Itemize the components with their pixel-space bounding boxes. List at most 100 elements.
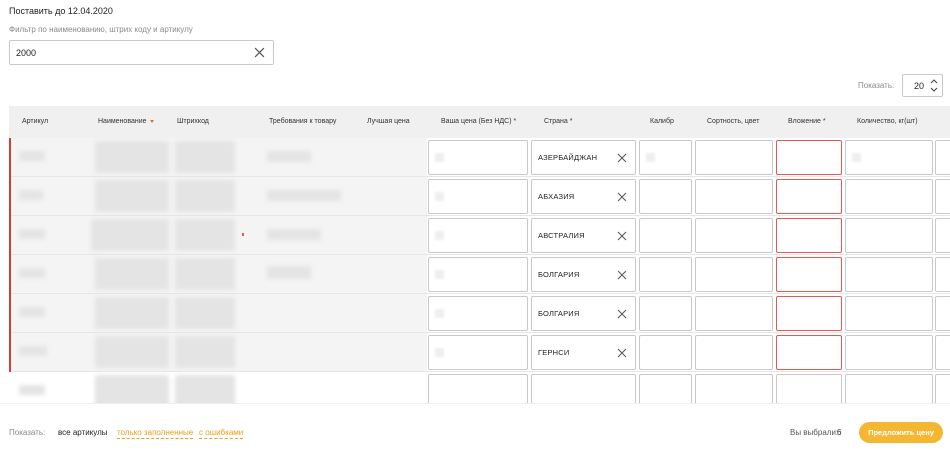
caliber-input[interactable] [639,140,692,175]
caliber-input[interactable] [639,179,692,214]
next-column-input[interactable] [935,218,950,253]
packing-input[interactable] [776,140,842,175]
column-header-quantity[interactable]: Количество, кг(шт) [857,118,918,125]
filter-label: Фильтр по наименованию, штрих коду и арт… [9,25,193,34]
table-row[interactable]: БОЛГАРИЯ [9,294,950,333]
your-price-input[interactable] [428,218,528,253]
table-row[interactable]: БОЛГАРИЯ [9,255,950,294]
quantity-input[interactable] [845,374,933,403]
next-column-input[interactable] [935,335,950,370]
close-icon[interactable] [617,231,627,241]
sort-desc-icon [149,119,154,123]
filter-with-errors[interactable]: с ошибками [199,428,244,439]
barcode-value [175,141,235,173]
caliber-input[interactable] [639,296,692,331]
country-value: БОЛГАРИЯ [538,270,580,279]
close-icon[interactable] [254,47,265,58]
table-row[interactable] [9,372,950,403]
quantity-input[interactable] [845,218,933,253]
column-header-barcode[interactable]: Штрихкод [177,118,209,125]
chevron-up-down-icon[interactable] [930,78,938,93]
table-row[interactable]: АВСТРАЛИЯ [9,216,950,255]
propose-price-button[interactable]: Предложить цену [859,422,943,443]
country-select[interactable]: АВСТРАЛИЯ [531,218,636,253]
close-icon[interactable] [617,309,627,319]
price-value [435,348,444,357]
price-value [435,231,444,240]
country-select[interactable]: БОЛГАРИЯ [531,257,636,292]
your-price-input[interactable] [428,374,528,403]
caliber-input[interactable] [639,257,692,292]
grade-input[interactable] [695,335,773,370]
filter-only-filled[interactable]: только заполненные [117,428,194,439]
deadline-text: Поставить до 12.04.2020 [9,6,113,16]
next-column-input[interactable] [935,179,950,214]
your-price-input[interactable] [428,335,528,370]
your-price-input[interactable] [428,179,528,214]
price-value [435,309,444,318]
quantity-input[interactable] [845,140,933,175]
quantity-input[interactable] [845,257,933,292]
your-price-input[interactable] [428,257,528,292]
caliber-input[interactable] [639,218,692,253]
next-column-input[interactable] [935,374,950,403]
next-column-input[interactable] [935,257,950,292]
quantity-input[interactable] [845,179,933,214]
column-header-caliber[interactable]: Калибр [650,118,674,125]
quantity-input[interactable] [845,335,933,370]
country-select[interactable]: АЗЕРБАЙДЖАН [531,140,636,175]
your-price-input[interactable] [428,296,528,331]
caliber-input[interactable] [639,374,692,403]
country-value: БОЛГАРИЯ [538,309,580,318]
grade-input[interactable] [695,218,773,253]
country-select[interactable] [531,374,636,403]
packing-input[interactable] [776,335,842,370]
article-value [19,151,45,161]
grade-input[interactable] [695,179,773,214]
next-column-input[interactable] [935,296,950,331]
table-header: Артикул Наименование Штрихкод Требования… [9,106,950,138]
article-value [19,190,43,200]
grade-input[interactable] [695,257,773,292]
page-size-select[interactable]: 20 [902,74,943,97]
article-value [19,385,45,395]
requirements-value [267,229,321,240]
packing-input[interactable] [776,296,842,331]
close-icon[interactable] [617,192,627,202]
filter-input[interactable] [16,46,246,60]
table-row[interactable]: АЗЕРБАЙДЖАН [9,138,950,177]
table-row[interactable]: АБХАЗИЯ [9,177,950,216]
quantity-value [852,153,861,162]
column-header-grade[interactable]: Сортность, цвет [707,118,759,125]
product-name-value [91,219,169,251]
grade-input[interactable] [695,296,773,331]
country-select[interactable]: ГЕРНСИ [531,335,636,370]
column-header-article[interactable]: Артикул [22,118,48,125]
close-icon[interactable] [617,270,627,280]
column-header-country[interactable]: Страна * [544,118,572,125]
next-column-input[interactable] [935,140,950,175]
packing-input[interactable] [776,374,842,403]
column-header-packing[interactable]: Вложение * [788,118,826,125]
close-icon[interactable] [617,348,627,358]
column-header-best-price[interactable]: Лучшая цена [367,118,410,125]
filter-all-articles[interactable]: все артикулы [58,428,108,437]
column-header-your-price[interactable]: Ваша цена (Без НДС) * [441,118,516,125]
grade-input[interactable] [695,374,773,403]
close-icon[interactable] [617,153,627,163]
column-header-name[interactable]: Наименование [98,118,154,125]
article-value [19,229,45,239]
filter-field[interactable] [9,40,274,65]
table-row[interactable]: ГЕРНСИ [9,333,950,372]
selected-count: 6 [837,428,842,437]
quantity-input[interactable] [845,296,933,331]
packing-input[interactable] [776,179,842,214]
packing-input[interactable] [776,218,842,253]
column-header-requirements[interactable]: Требования к товару [269,118,336,125]
country-select[interactable]: БОЛГАРИЯ [531,296,636,331]
country-select[interactable]: АБХАЗИЯ [531,179,636,214]
grade-input[interactable] [695,140,773,175]
caliber-input[interactable] [639,335,692,370]
your-price-input[interactable] [428,140,528,175]
packing-input[interactable] [776,257,842,292]
